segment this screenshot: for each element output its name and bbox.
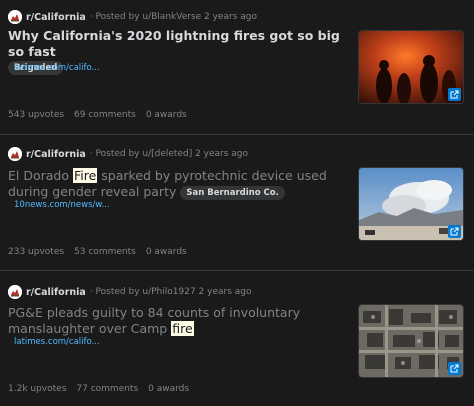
search-highlight: fire <box>171 321 194 336</box>
post-link[interactable]: latimes.com/califo... <box>14 63 100 73</box>
post-stats: 1.2k upvotes 77 comments 0 awards <box>8 384 189 394</box>
posted-by-text: · Posted by u/[deleted] 2 years ago <box>89 149 249 159</box>
search-highlight: Fire <box>72 168 98 183</box>
post-title-text[interactable]: El Dorado <box>8 168 73 183</box>
post-title-text[interactable]: Why California's 2020 lightning fires go… <box>8 28 340 59</box>
post-flair: San Bernardino Co. <box>180 185 285 200</box>
upvote-count: 233 upvotes <box>8 247 65 257</box>
post-thumbnail[interactable] <box>358 167 464 241</box>
subreddit-icon[interactable] <box>8 285 22 299</box>
award-count: 0 awards <box>148 384 190 394</box>
posted-by-text: · Posted by u/BlankVerse 2 years ago <box>89 12 257 22</box>
subreddit-link[interactable]: r/California <box>26 149 86 160</box>
award-count: 0 awards <box>145 110 187 120</box>
post-card[interactable]: r/California · Posted by u/Philo1927 2 y… <box>0 270 474 406</box>
comment-count[interactable]: 53 comments <box>74 247 136 257</box>
post-meta: r/California · Posted by u/Philo1927 2 y… <box>8 283 251 301</box>
subreddit-icon[interactable] <box>8 147 22 161</box>
post-stats: 233 upvotes 53 comments 0 awards <box>8 247 187 257</box>
post-title-text[interactable]: PG&E pleads guilty to 84 counts of invol… <box>8 305 300 336</box>
subreddit-link[interactable]: r/California <box>26 287 86 298</box>
upvote-count: 543 upvotes <box>8 110 65 120</box>
comment-count[interactable]: 69 comments <box>74 110 136 120</box>
upvote-count: 1.2k upvotes <box>8 384 67 394</box>
post-card[interactable]: r/California · Posted by u/BlankVerse 2 … <box>0 0 474 134</box>
posted-by-text: · Posted by u/Philo1927 2 years ago <box>89 287 252 297</box>
post-title[interactable]: PG&E pleads guilty to 84 counts of invol… <box>8 305 348 337</box>
post-meta: r/California · Posted by u/BlankVerse 2 … <box>8 8 257 26</box>
comment-count[interactable]: 77 comments <box>76 384 138 394</box>
subreddit-link[interactable]: r/California <box>26 12 86 23</box>
post-stats: 543 upvotes 69 comments 0 awards <box>8 110 187 120</box>
post-link[interactable]: latimes.com/califo... <box>14 337 100 347</box>
post-card[interactable]: r/California · Posted by u/[deleted] 2 y… <box>0 134 474 270</box>
external-link-icon[interactable] <box>448 362 461 375</box>
external-link-icon[interactable] <box>448 225 461 238</box>
award-count: 0 awards <box>145 247 187 257</box>
search-results-feed: r/California · Posted by u/BlankVerse 2 … <box>0 0 474 406</box>
post-meta: r/California · Posted by u/[deleted] 2 y… <box>8 145 248 163</box>
post-title[interactable]: El Dorado Fire sparked by pyrotechnic de… <box>8 168 348 200</box>
subreddit-icon[interactable] <box>8 10 22 24</box>
external-link-icon[interactable] <box>448 88 461 101</box>
post-thumbnail[interactable] <box>358 30 464 104</box>
post-thumbnail[interactable] <box>358 304 464 378</box>
post-link[interactable]: 10news.com/news/w... <box>14 200 110 210</box>
